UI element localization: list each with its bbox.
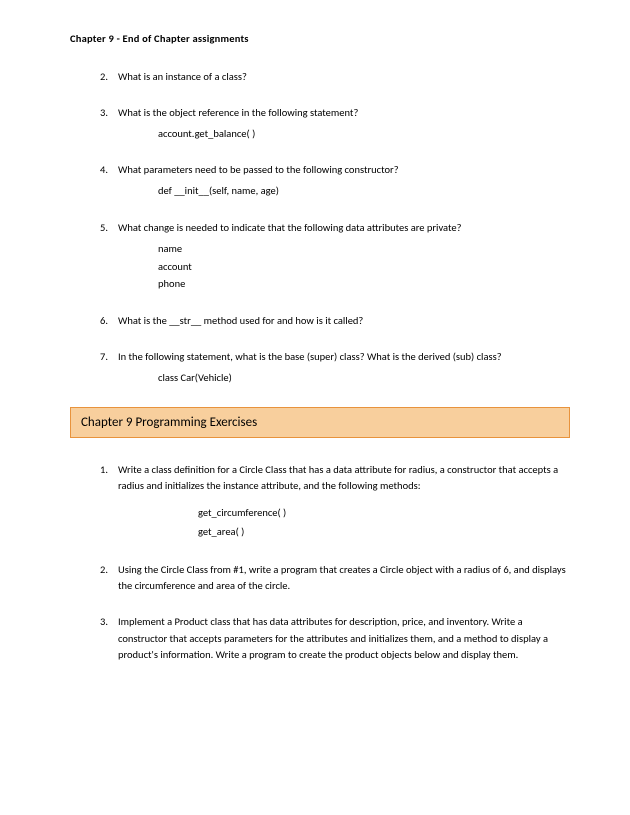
page-title: Chapter 9 - End of Chapter assignments [70,32,570,45]
question-item: 6. What is the __str__ method used for a… [100,313,570,329]
question-text: In the following statement, what is the … [118,349,570,365]
code-line: class Car(Vehicle) [118,369,570,387]
question-text: What parameters need to be passed to the… [118,162,570,178]
question-text: What is the object reference in the foll… [118,105,570,121]
exercise-text: Implement a Product class that has data … [118,614,570,663]
question-item: 4. What parameters need to be passed to … [100,162,570,200]
question-item: 2. What is an instance of a class? [100,69,570,85]
code-line: get_circumference( ) [198,504,570,523]
question-number: 5. [100,220,108,236]
question-number: 2. [100,69,108,85]
question-text: What is an instance of a class? [118,69,570,85]
question-item: 7. In the following statement, what is t… [100,349,570,387]
code-block: get_circumference( ) get_area( ) [118,504,570,542]
code-line: name [158,240,570,258]
code-line: account.get_balance( ) [118,125,570,143]
question-item: 5. What change is needed to indicate tha… [100,220,570,293]
exercise-number: 1. [100,462,108,478]
section-heading: Chapter 9 Programming Exercises [70,407,570,438]
question-text: What is the __str__ method used for and … [118,313,570,329]
exercise-text: Using the Circle Class from #1, write a … [118,562,570,595]
question-list: 2. What is an instance of a class? 3. Wh… [70,69,570,387]
exercise-item: 2. Using the Circle Class from #1, write… [100,562,570,595]
exercise-item: 3. Implement a Product class that has da… [100,614,570,663]
question-number: 3. [100,105,108,121]
code-line: phone [158,275,570,293]
code-line: account [158,258,570,276]
question-number: 7. [100,349,108,365]
code-line: def __init__(self, name, age) [118,182,570,200]
code-line: get_area( ) [198,523,570,542]
exercise-list: 1. Write a class definition for a Circle… [70,462,570,664]
question-number: 6. [100,313,108,329]
document-page: Chapter 9 - End of Chapter assignments 2… [0,0,630,723]
code-block: name account phone [118,240,570,294]
exercise-number: 2. [100,562,108,578]
exercise-item: 1. Write a class definition for a Circle… [100,462,570,542]
question-number: 4. [100,162,108,178]
question-item: 3. What is the object reference in the f… [100,105,570,143]
exercise-text: Write a class definition for a Circle Cl… [118,462,570,495]
exercise-number: 3. [100,614,108,630]
question-text: What change is needed to indicate that t… [118,220,570,236]
